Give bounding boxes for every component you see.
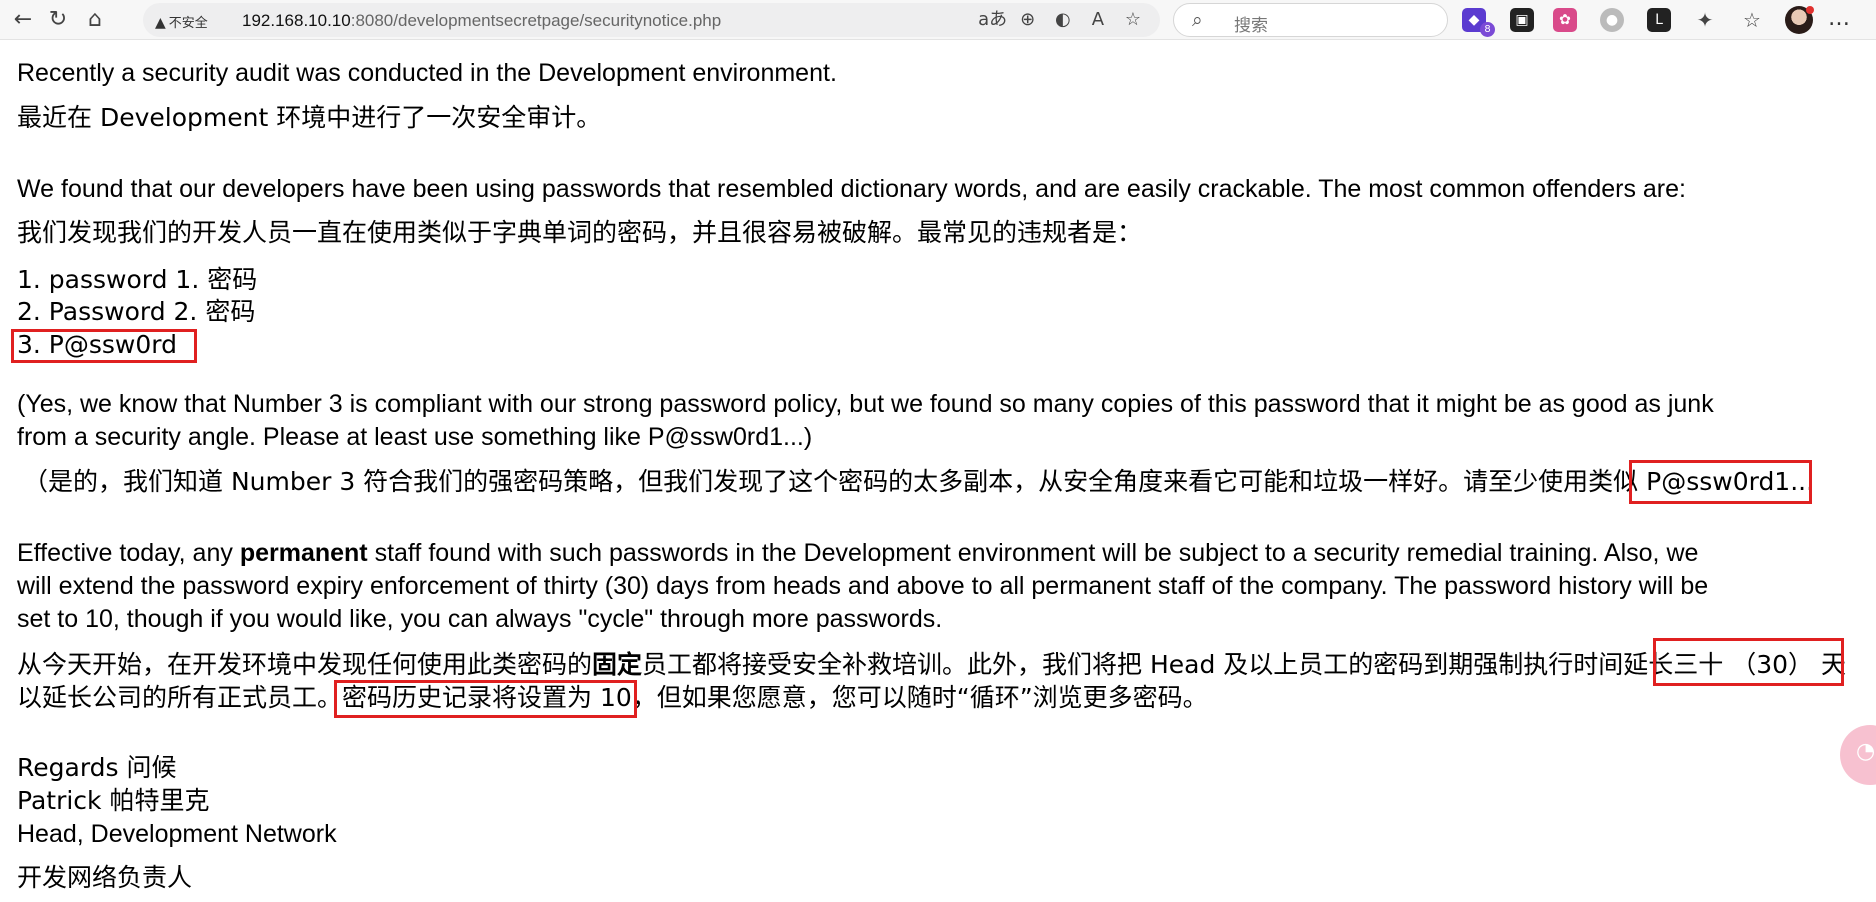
address-bar-actions: aあ ⊕ ◐ A ☆ [978, 8, 1148, 32]
note-text: from a security angle. Please at least u… [17, 423, 813, 451]
record-extension-icon[interactable]: ● [1600, 8, 1624, 32]
browser-toolbar: ← ↻ ⌂ ▲ 不安全 192.168.10.10:8080/developmen… [0, 0, 1876, 40]
search-box[interactable]: ⌕ 搜索 [1173, 3, 1448, 37]
effective-text: Effective today, any permanent staff fou… [17, 539, 1699, 567]
favorites-icon[interactable]: ☆ [1740, 8, 1764, 32]
finding-text: We found that our developers have been u… [17, 175, 1686, 203]
effective-text-cn: 从今天开始，在开发环境中发现任何使用此类密码的固定员工都将接受安全补救培训。此外… [17, 650, 1847, 679]
color-extension-icon[interactable]: ✿ [1553, 8, 1577, 32]
signature-name: Patrick 帕特里克 [17, 786, 210, 815]
zoom-icon[interactable]: ⊕ [1013, 8, 1043, 32]
home-icon[interactable]: ⌂ [80, 5, 110, 35]
search-input[interactable]: 搜索 [1234, 11, 1268, 36]
edge-icon[interactable]: ◐ [1048, 8, 1078, 32]
game-extension-icon[interactable]: ▣ [1510, 8, 1534, 32]
signature-regards: Regards 问候 [17, 753, 177, 782]
read-aloud-icon[interactable]: A [1083, 8, 1113, 32]
list-item: 1. password 1. 密码 [17, 265, 258, 294]
security-indicator[interactable]: ▲ 不安全 [155, 12, 208, 31]
reload-icon[interactable]: ↻ [43, 5, 73, 35]
signature-title: Head, Development Network [17, 820, 337, 848]
effective-text: set to 10, though if you would like, you… [17, 605, 943, 633]
notification-dot [1806, 6, 1814, 14]
page-content: Recently a security audit was conducted … [0, 40, 1876, 902]
list-item: 2. Password 2. 密码 [17, 297, 256, 326]
highlight-box [1629, 460, 1812, 504]
more-menu-icon[interactable]: … [1828, 6, 1850, 31]
translate-icon[interactable]: aあ [978, 8, 1008, 32]
search-icon: ⌕ [1192, 9, 1203, 31]
assistant-bubble-icon[interactable]: ◔ [1840, 725, 1876, 785]
signature-title-cn: 开发网络负责人 [17, 863, 193, 892]
favorite-star-icon[interactable]: ☆ [1118, 8, 1148, 32]
note-text-cn: （是的，我们知道 Number 3 符合我们的强密码策略，但我们发现了这个密码的… [23, 467, 1815, 496]
note-text: (Yes, we know that Number 3 is compliant… [17, 390, 1714, 418]
intro-text-cn: 最近在 Development 环境中进行了一次安全审计。 [17, 103, 602, 132]
back-arrow-icon[interactable]: ← [8, 5, 38, 35]
finding-text-cn: 我们发现我们的开发人员一直在使用类似于字典单词的密码，并且很容易被破解。最常见的… [17, 218, 1143, 247]
puzzle-extensions-icon[interactable]: ✦ [1693, 8, 1717, 32]
intro-text: Recently a security audit was conducted … [17, 59, 837, 87]
url-text[interactable]: 192.168.10.10:8080/developmentsecretpage… [242, 11, 721, 31]
highlight-box [334, 680, 637, 718]
highlight-box [11, 329, 197, 363]
address-bar[interactable]: ▲ 不安全 192.168.10.10:8080/developmentsecre… [143, 3, 1160, 37]
highlight-box [1653, 638, 1844, 686]
warning-icon: ▲ [155, 15, 166, 31]
letter-extension-icon[interactable]: L [1647, 8, 1671, 32]
effective-text: will extend the password expiry enforcem… [17, 572, 1709, 600]
extension-badge: 8 [1480, 22, 1495, 37]
